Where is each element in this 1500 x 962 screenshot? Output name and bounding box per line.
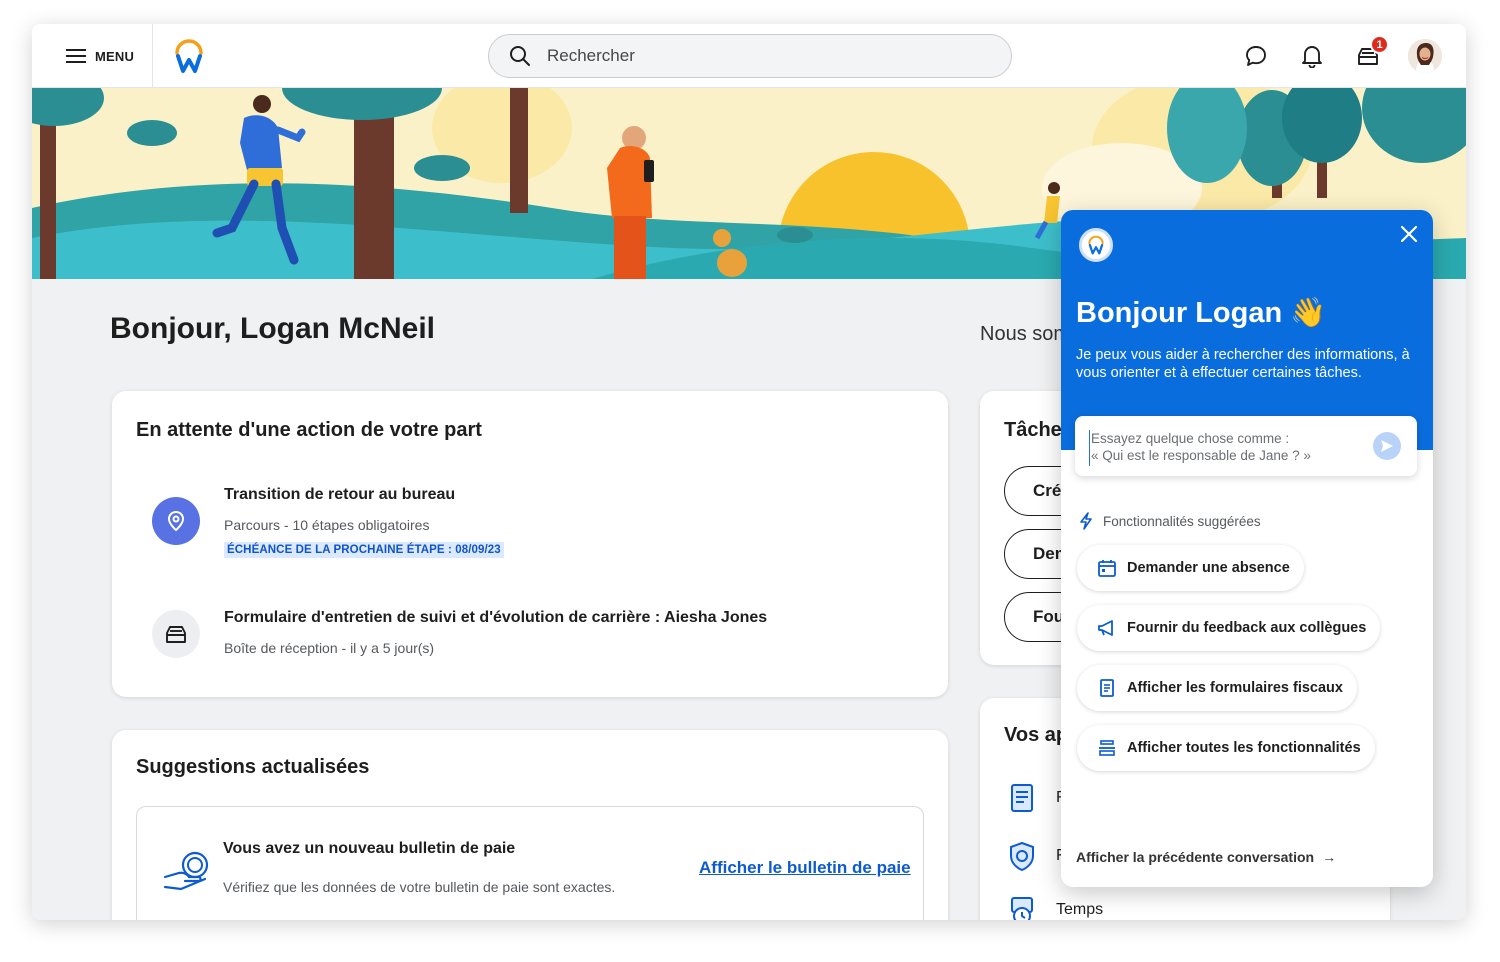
suggestion-label: Afficher toutes les fonctionnalités — [1127, 740, 1361, 756]
pending-actions-card: En attente d'une action de votre part Tr… — [112, 391, 948, 697]
due-date-badge: ÉCHÉANCE DE LA PROCHAINE ÉTAPE : 08/09/2… — [224, 542, 504, 558]
payslip-suggestion-subtitle: Vérifiez que les données de votre bullet… — [223, 879, 616, 895]
notifications-button[interactable] — [1298, 42, 1326, 70]
suggested-features-heading: Fonctionnalités suggérées — [1079, 512, 1261, 530]
suggested-features-label: Fonctionnalités suggérées — [1103, 513, 1261, 529]
workday-logo[interactable] — [172, 38, 206, 74]
avatar[interactable] — [1408, 39, 1442, 73]
suggestion-all-features[interactable]: Afficher toutes les fonctionnalités — [1077, 725, 1375, 771]
suggestion-label: Fournir du feedback aux collègues — [1127, 620, 1367, 636]
menu-button[interactable]: MENU — [66, 44, 134, 68]
suggestion-tax-forms[interactable]: Afficher les formulaires fiscaux — [1077, 665, 1357, 711]
assistant-prompt-input[interactable] — [1089, 430, 1359, 466]
close-icon[interactable] — [1397, 222, 1421, 246]
suggestion-give-feedback[interactable]: Fournir du feedback aux collègues — [1077, 605, 1381, 651]
app-item-time[interactable]: Temps — [1006, 894, 1103, 920]
app-window: MENU 1 — [32, 24, 1466, 920]
megaphone-icon — [1098, 620, 1113, 636]
assistant-greeting: Bonjour Logan 👋 — [1076, 297, 1327, 329]
chat-bubble-icon — [1246, 46, 1266, 66]
inbox-icon-badge — [152, 610, 200, 658]
user-portrait-icon — [1408, 39, 1442, 73]
suggestions-title: Suggestions actualisées — [136, 756, 370, 778]
payslip-suggestion: Vous avez un nouveau bulletin de paie Vé… — [136, 806, 924, 920]
hamburger-icon — [66, 49, 86, 63]
send-button[interactable] — [1373, 432, 1401, 460]
stack-icon — [1099, 740, 1115, 756]
assistant-help-text: Je peux vous aider à rechercher des info… — [1076, 347, 1410, 381]
calendar-icon — [1098, 560, 1116, 577]
app-item-forms[interactable]: F — [1006, 782, 1066, 814]
assistant-panel: Bonjour Logan 👋 Je peux vous aider à rec… — [1061, 210, 1433, 887]
journey-task-subtitle: Parcours - 10 étapes obligatoires — [224, 517, 430, 533]
inbox-tray-icon — [166, 626, 186, 643]
workday-assistant-icon — [1088, 235, 1104, 255]
search-bar[interactable] — [488, 34, 1012, 78]
menu-label: MENU — [95, 48, 135, 64]
journey-task-title[interactable]: Transition de retour au bureau — [224, 486, 455, 504]
suggestion-request-absence[interactable]: Demander une absence — [1077, 545, 1304, 591]
inbox-count-badge: 1 — [1370, 35, 1389, 54]
journey-icon-badge — [152, 497, 200, 545]
topbar-divider — [152, 24, 153, 88]
suggestions-card: Suggestions actualisées Vous avez un nou… — [112, 730, 948, 920]
payslip-suggestion-title: Vous avez un nouveau bulletin de paie — [223, 840, 516, 857]
app-item-benefits[interactable]: F — [1006, 840, 1066, 872]
assistant-header: Bonjour Logan 👋 Je peux vous aider à rec… — [1061, 210, 1433, 450]
chat-button[interactable] — [1242, 42, 1270, 70]
page-title: Bonjour, Logan McNeil — [110, 312, 436, 345]
career-form-task-title[interactable]: Formulaire d'entretien de suivi et d'évo… — [224, 609, 767, 627]
payslip-icon — [163, 851, 209, 891]
bell-icon — [1302, 46, 1322, 68]
pending-actions-title: En attente d'une action de votre part — [136, 419, 482, 441]
document-icon — [1100, 679, 1114, 697]
shield-icon — [1010, 841, 1034, 872]
career-form-task-subtitle: Boîte de réception - il y a 5 jour(s) — [224, 640, 435, 656]
view-payslip-link[interactable]: Afficher le bulletin de paie — [699, 858, 911, 878]
assistant-input-box — [1075, 416, 1417, 476]
app-item-label: Temps — [1056, 901, 1104, 918]
lightning-icon — [1080, 512, 1092, 530]
suggestion-label: Demander une absence — [1127, 560, 1290, 576]
previous-conversation-label: Afficher la précédente conversation — [1076, 849, 1315, 865]
assistant-logo — [1079, 228, 1113, 262]
arrow-right-icon: → — [1322, 849, 1337, 865]
suggestion-label: Afficher les formulaires fiscaux — [1127, 680, 1343, 696]
previous-conversation-link[interactable]: Afficher la précédente conversation → — [1076, 849, 1336, 865]
clock-icon — [1011, 897, 1033, 920]
search-input[interactable] — [547, 46, 967, 66]
forms-app-icon — [1011, 784, 1033, 812]
send-arrow-icon — [1381, 440, 1393, 452]
search-icon — [510, 46, 530, 66]
top-bar: MENU 1 — [32, 24, 1466, 88]
location-pin-icon — [167, 510, 185, 532]
